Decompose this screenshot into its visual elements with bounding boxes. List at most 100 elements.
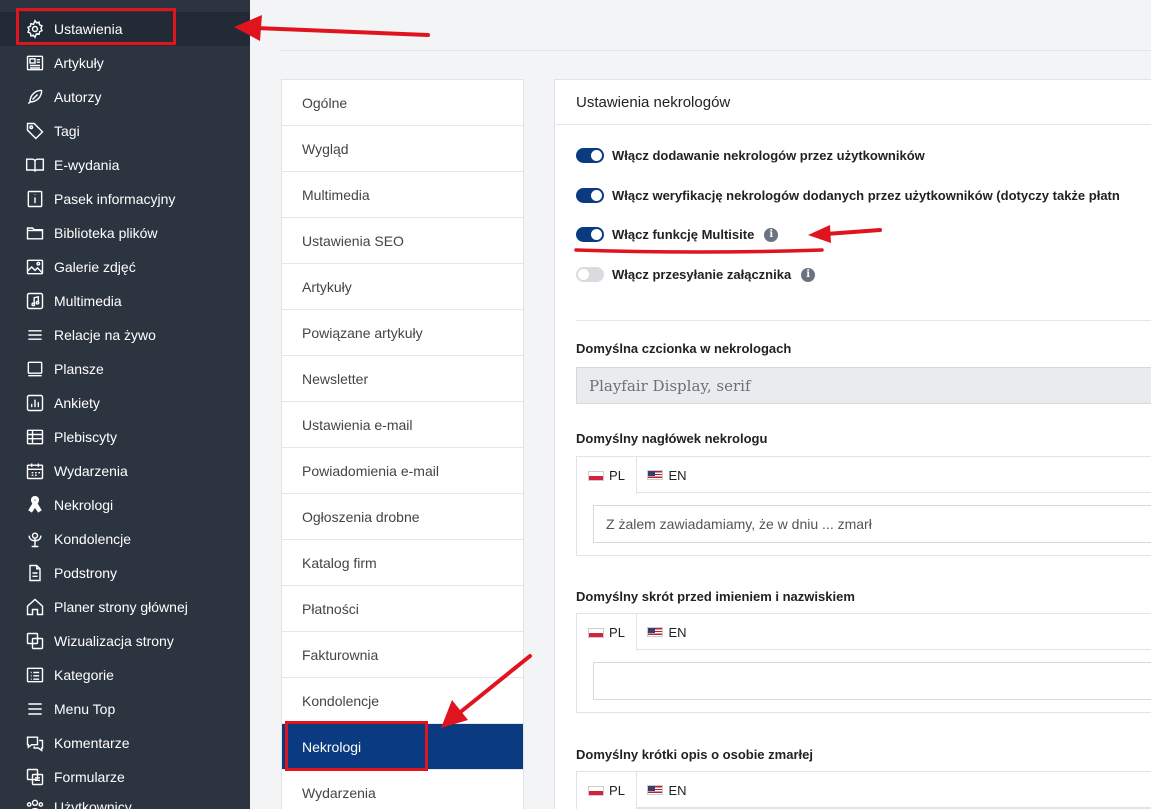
sidebar-item-label: Autorzy [54,89,102,105]
tab-pl[interactable]: PL [577,772,637,809]
sidebar-item-label: Relacje na żywo [54,327,156,343]
toggle-row-verification: Włącz weryfikację nekrologów dodanych pr… [576,188,1120,203]
subnav-item-fakturownia[interactable]: Fakturownia [282,632,523,678]
toggle-label: Włącz dodawanie nekrologów przez użytkow… [612,148,925,163]
header-input[interactable]: Z żalem zawiadamiamy, że w dniu ... zmar… [593,505,1151,543]
prefix-input[interactable] [593,662,1151,700]
subnav-item-seo[interactable]: Ustawienia SEO [282,218,523,264]
info-icon[interactable]: i [764,227,779,242]
sidebar-item-komentarze[interactable]: Komentarze [0,726,250,760]
sidebar-item-menu-top[interactable]: Menu Top [0,692,250,726]
sidebar-item-kategorie[interactable]: Kategorie [0,658,250,692]
tab-en[interactable]: EN [637,457,697,493]
sidebar-item-label: Użytkownicy [54,799,132,809]
poland-flag-icon [588,470,605,481]
sidebar-item-plebiscyty[interactable]: Plebiscyty [0,420,250,454]
sidebar-item-label: Menu Top [54,701,116,717]
panel-title: Ustawienia nekrologów [576,94,731,111]
tab-label: EN [668,467,687,483]
calendar-icon [24,460,46,482]
sidebar-item-formularze[interactable]: Formularze [0,760,250,794]
header-lang-box: PL EN Z żalem zawiadamiamy, że w dniu ..… [576,456,1151,556]
tab-en[interactable]: EN [637,772,697,808]
toggle-knob [591,190,602,201]
sidebar-item-podstrony[interactable]: Podstrony [0,556,250,590]
sidebar-item-wydarzenia[interactable]: Wydarzenia [0,454,250,488]
sidebar-item-label: Wydarzenia [54,463,128,479]
subnav-item-email[interactable]: Ustawienia e-mail [282,402,523,448]
tab-pl[interactable]: PL [577,614,637,651]
toggle-knob [591,150,602,161]
subnav-item-powiadomienia[interactable]: Powiadomienia e-mail [282,448,523,494]
tab-label: PL [609,783,625,798]
toggle-row-multisite: Włącz funkcję Multisite i [576,227,779,242]
subnav-item-newsletter[interactable]: Newsletter [282,356,523,402]
sidebar-item-nekrologi[interactable]: Nekrologi [0,488,250,522]
poland-flag-icon [588,627,605,638]
subnav-item-artykuly[interactable]: Artykuły [282,264,523,310]
subnav-item-wyglad[interactable]: Wygląd [282,126,523,172]
tab-en[interactable]: EN [637,614,697,650]
toggle-knob [591,229,602,240]
book-icon [24,154,46,176]
sidebar-item-galerie-zdjec[interactable]: Galerie zdjęć [0,250,250,284]
sidebar-item-plansze[interactable]: Plansze [0,352,250,386]
sidebar-item-ustawienia[interactable]: Ustawienia [0,12,250,46]
subnav-item-nekrologi[interactable]: Nekrologi [282,724,523,770]
sidebar-item-pasek-informacyjny[interactable]: Pasek informacyjny [0,182,250,216]
info-icon[interactable]: i [801,267,816,282]
sidebar-item-label: Nekrologi [54,497,114,513]
usa-flag-icon [647,627,664,637]
subnav-item-katalog[interactable]: Katalog firm [282,540,523,586]
toggle-attachment[interactable] [576,267,604,282]
sidebar-item-wizualizacja-strony[interactable]: Wizualizacja strony [0,624,250,658]
sidebar-item-label: Tagi [54,123,80,139]
subnav-item-powiazane[interactable]: Powiązane artykuły [282,310,523,356]
sidebar-item-multimedia[interactable]: Multimedia [0,284,250,318]
toggle-row-user-add: Włącz dodawanie nekrologów przez użytkow… [576,148,925,163]
font-select[interactable]: Playfair Display, serif [576,367,1151,404]
subnav-item-ogolne[interactable]: Ogólne [282,80,523,126]
sidebar-item-biblioteka-plikow[interactable]: Biblioteka plików [0,216,250,250]
subnav-item-ogloszenia[interactable]: Ogłoszenia drobne [282,494,523,540]
sidebar-item-tagi[interactable]: Tagi [0,114,250,148]
sidebar-item-label: Kategorie [54,667,114,683]
sidebar-item-planer-strony-glownej[interactable]: Planer strony głównej [0,590,250,624]
tab-label: PL [609,468,625,483]
sidebar-item-label: Podstrony [54,565,118,581]
music-icon [24,290,46,312]
sidebar-item-label: Kondolencje [54,531,132,547]
font-label: Domyślna czcionka w nekrologach [576,341,792,356]
tag-icon [24,120,46,142]
users-icon [24,796,46,809]
sidebar-item-label: Komentarze [54,735,130,751]
toggle-user-add[interactable] [576,148,604,163]
tab-label: EN [668,782,687,798]
file-icon [24,562,46,584]
sidebar-item-label: Multimedia [54,293,122,309]
sidebar-item-artykuly[interactable]: Artykuły [0,46,250,80]
board-icon [24,358,46,380]
toggle-label: Włącz weryfikację nekrologów dodanych pr… [612,188,1120,203]
feather-icon [24,86,46,108]
sidebar-item-uzytkownicy[interactable]: Użytkownicy [0,790,250,809]
lang-tabs: PL EN [577,457,1151,494]
sidebar-item-e-wydania[interactable]: E-wydania [0,148,250,182]
subnav-item-kondolencje[interactable]: Kondolencje [282,678,523,724]
tab-pl[interactable]: PL [577,457,637,494]
subnav-item-platnosci[interactable]: Płatności [282,586,523,632]
toggle-multisite[interactable] [576,227,604,242]
toggle-verification[interactable] [576,188,604,203]
lang-tabs: PL EN [577,614,1151,651]
sidebar-item-kondolencje[interactable]: Kondolencje [0,522,250,556]
sidebar-item-autorzy[interactable]: Autorzy [0,80,250,114]
lang-tabs: PL EN [577,772,1151,809]
sidebar-item-ankiety[interactable]: Ankiety [0,386,250,420]
sidebar-item-label: Ustawienia [54,21,123,37]
sidebar-item-relacje-na-zywo[interactable]: Relacje na żywo [0,318,250,352]
flower-icon [24,528,46,550]
toggle-label: Włącz przesyłanie załącznika [612,267,792,282]
forms-icon [24,766,46,788]
subnav-item-wydarzenia[interactable]: Wydarzenia [282,770,523,809]
subnav-item-multimedia[interactable]: Multimedia [282,172,523,218]
